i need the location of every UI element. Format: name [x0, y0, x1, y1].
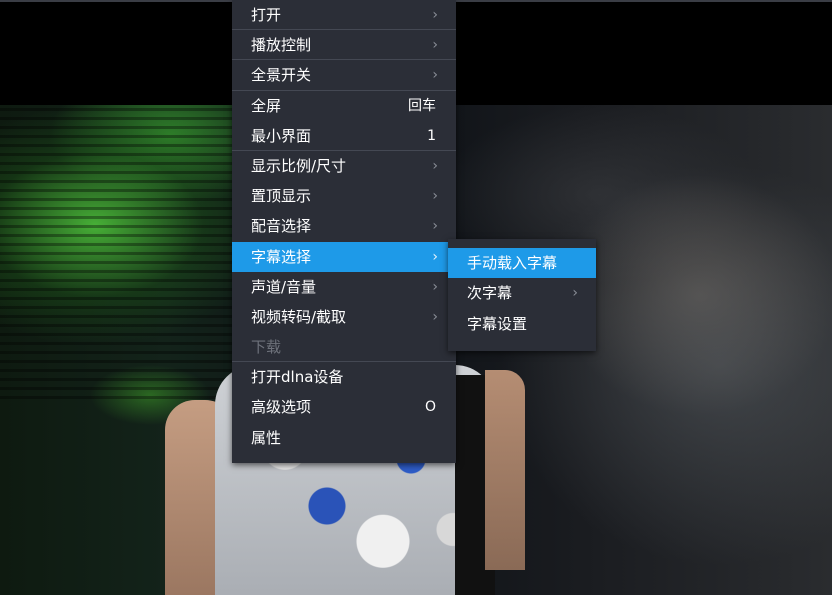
menu-item-label: 下载: [251, 338, 282, 357]
submenu-item-label: 次字幕: [467, 284, 513, 303]
menu-item-0[interactable]: 打开 ›: [232, 0, 456, 31]
submenu-item-label: 手动载入字幕: [467, 254, 558, 272]
menu-item-7[interactable]: 配音选择 ›: [232, 211, 456, 241]
menu-item-label: 最小界面: [251, 126, 312, 145]
menu-item-label: 显示比例/尺寸: [251, 156, 347, 175]
menu-item-11: 下载: [232, 332, 456, 363]
submenu-item-2[interactable]: 字幕设置: [448, 309, 596, 339]
menu-item-3[interactable]: 全屏 回车: [232, 91, 456, 121]
menu-item-label: 全景开关: [251, 66, 312, 85]
menu-item-2[interactable]: 全景开关 ›: [232, 60, 456, 91]
submenu-item-1[interactable]: 次字幕 ›: [448, 278, 596, 308]
chevron-right-icon: ›: [432, 157, 438, 174]
background-lights: [0, 105, 260, 405]
chevron-right-icon: ›: [432, 308, 438, 325]
person-right-arm: [485, 370, 525, 570]
subtitle-submenu: 手动载入字幕 次字幕 › 字幕设置: [448, 239, 596, 351]
chevron-right-icon: ›: [432, 37, 438, 54]
menu-item-12[interactable]: 打开dlna设备: [232, 362, 456, 392]
chevron-right-icon: ›: [432, 218, 438, 235]
player-window: 打开 › 播放控制 › 全景开关 › 全屏 回车最小界面 1 显示比例/尺寸 › 置顶显示 › 配音选择 ›…: [0, 0, 832, 595]
chevron-right-icon: ›: [432, 278, 438, 295]
chevron-right-icon: ›: [432, 67, 438, 84]
menu-item-9[interactable]: 声道/音量 ›: [232, 272, 456, 302]
menu-item-8[interactable]: 字幕选择 ›: [232, 241, 456, 272]
menu-item-5[interactable]: 显示比例/尺寸 ›: [232, 151, 456, 181]
menu-item-label: 配音选择: [251, 217, 312, 236]
menu-item-label: 打开: [251, 6, 282, 24]
menu-item-1[interactable]: 播放控制 ›: [232, 30, 456, 61]
menu-item-label: 声道/音量: [251, 277, 317, 296]
menu-item-4[interactable]: 最小界面 1: [232, 121, 456, 151]
menu-item-label: 全屏: [251, 96, 282, 115]
chevron-right-icon: ›: [432, 248, 438, 265]
menu-item-6[interactable]: 置顶显示 ›: [232, 181, 456, 211]
menu-item-label: 视频转码/截取: [251, 307, 347, 326]
menu-item-label: 打开dlna设备: [251, 368, 344, 387]
menu-item-label: 字幕选择: [251, 247, 312, 266]
menu-item-13[interactable]: 高级选项 O: [232, 392, 456, 422]
chevron-right-icon: ›: [432, 188, 438, 205]
chevron-right-icon: ›: [572, 285, 578, 302]
menu-item-14[interactable]: 属性: [232, 423, 456, 453]
chevron-right-icon: ›: [432, 7, 438, 23]
menu-item-shortcut: O: [424, 399, 436, 416]
submenu-item-0[interactable]: 手动载入字幕: [448, 248, 596, 279]
menu-item-shortcut: 回车: [408, 97, 436, 114]
menu-item-shortcut: 1: [427, 127, 436, 144]
menu-item-10[interactable]: 视频转码/截取 ›: [232, 302, 456, 332]
context-menu: 打开 › 播放控制 › 全景开关 › 全屏 回车最小界面 1 显示比例/尺寸 › 置顶显示 › 配音选择 ›…: [232, 0, 456, 463]
menu-item-label: 播放控制: [251, 36, 312, 55]
menu-item-label: 置顶显示: [251, 187, 312, 206]
menu-item-label: 属性: [251, 428, 282, 447]
menu-item-label: 高级选项: [251, 398, 312, 417]
submenu-item-label: 字幕设置: [467, 314, 528, 333]
